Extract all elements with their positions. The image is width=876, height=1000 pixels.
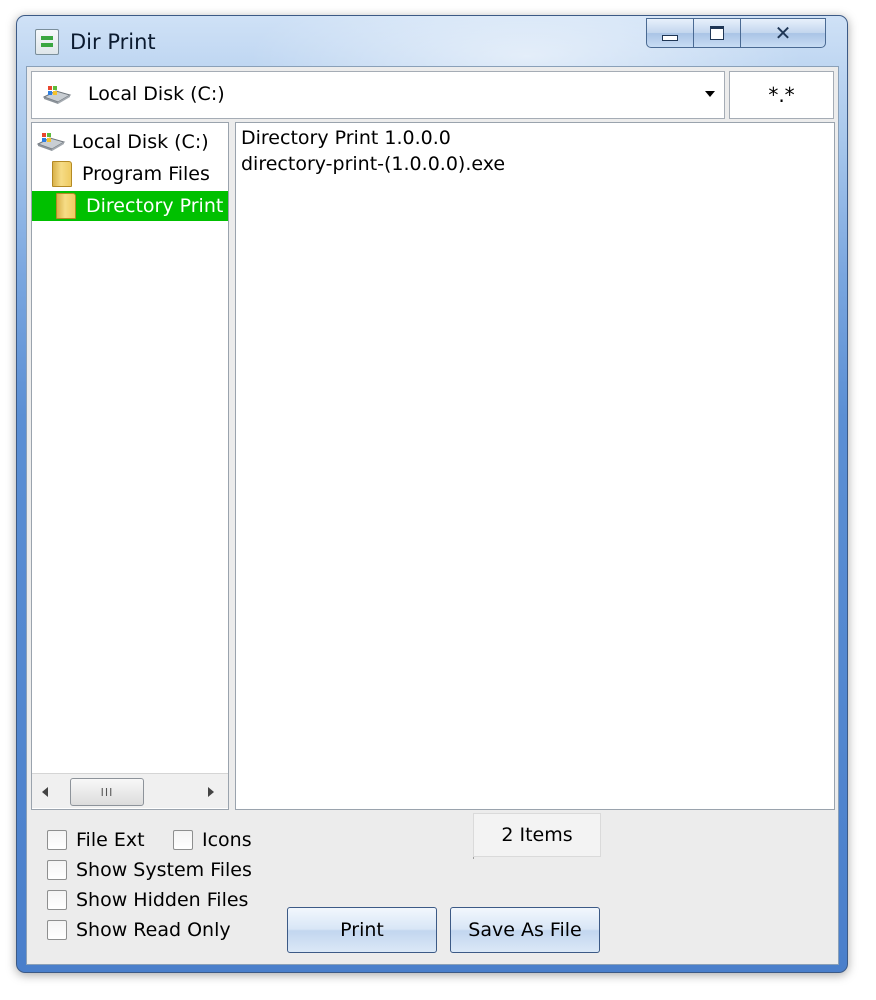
maximize-icon	[710, 26, 724, 40]
folder-tree[interactable]: Local Disk (C:) Program Files Directory …	[31, 122, 229, 810]
drive-selector[interactable]: Local Disk (C:)	[31, 71, 725, 119]
close-icon: ✕	[774, 21, 792, 45]
scroll-left-icon[interactable]	[42, 787, 48, 797]
show-hidden-files-label: Show Hidden Files	[76, 889, 249, 911]
file-ext-option[interactable]: File Ext	[47, 829, 145, 851]
drive-label: Local Disk (C:)	[88, 83, 225, 105]
app-window: Dir Print ✕ Local Disk (C:) *.* Local Di…	[16, 15, 848, 973]
show-system-files-label: Show System Files	[76, 859, 252, 881]
show-read-only-label: Show Read Only	[76, 919, 231, 941]
file-filter-field[interactable]: *.*	[729, 71, 834, 119]
icons-checkbox[interactable]	[173, 830, 193, 850]
scrollbar-thumb[interactable]: III	[70, 778, 144, 806]
file-ext-checkbox[interactable]	[47, 830, 67, 850]
client-area: Local Disk (C:) *.* Local Disk (C:) Prog…	[26, 66, 839, 965]
tree-item-label: Program Files	[82, 163, 210, 185]
show-hidden-files-checkbox[interactable]	[47, 890, 67, 910]
window-title: Dir Print	[70, 30, 156, 54]
show-hidden-files-option[interactable]: Show Hidden Files	[47, 889, 248, 911]
file-list[interactable]: Directory Print 1.0.0.0 directory-print-…	[235, 122, 835, 810]
tree-item-program-files[interactable]: Program Files	[52, 159, 210, 189]
icons-label: Icons	[202, 829, 252, 851]
list-item[interactable]: directory-print-(1.0.0.0).exe	[241, 153, 505, 175]
tree-item-local-disk[interactable]: Local Disk (C:)	[36, 127, 209, 157]
show-system-files-option[interactable]: Show System Files	[47, 859, 252, 881]
app-icon[interactable]	[35, 29, 59, 55]
print-button[interactable]: Print	[287, 907, 437, 953]
folder-icon	[56, 193, 76, 219]
tree-item-label: Directory Print	[86, 195, 224, 217]
drive-icon	[42, 86, 72, 104]
drive-icon	[36, 133, 66, 151]
close-button[interactable]: ✕	[740, 18, 826, 48]
tree-item-directory-print[interactable]: Directory Print	[32, 191, 228, 221]
chevron-down-icon[interactable]	[705, 91, 715, 97]
show-read-only-option[interactable]: Show Read Only	[47, 919, 231, 941]
folder-icon	[52, 161, 72, 187]
show-read-only-checkbox[interactable]	[47, 920, 67, 940]
caption-buttons: ✕	[646, 18, 826, 48]
save-as-file-button[interactable]: Save As File	[450, 907, 600, 953]
minimize-icon	[662, 35, 678, 41]
tree-item-label: Local Disk (C:)	[72, 131, 209, 153]
horizontal-scrollbar[interactable]: III	[32, 773, 228, 808]
list-item[interactable]: Directory Print 1.0.0.0	[241, 127, 451, 149]
items-count-status: 2 Items	[473, 813, 601, 857]
show-system-files-checkbox[interactable]	[47, 860, 67, 880]
file-ext-label: File Ext	[76, 829, 145, 851]
scroll-right-icon[interactable]	[208, 787, 214, 797]
icons-option[interactable]: Icons	[173, 829, 252, 851]
minimize-button[interactable]	[646, 18, 694, 48]
maximize-button[interactable]	[693, 18, 741, 48]
